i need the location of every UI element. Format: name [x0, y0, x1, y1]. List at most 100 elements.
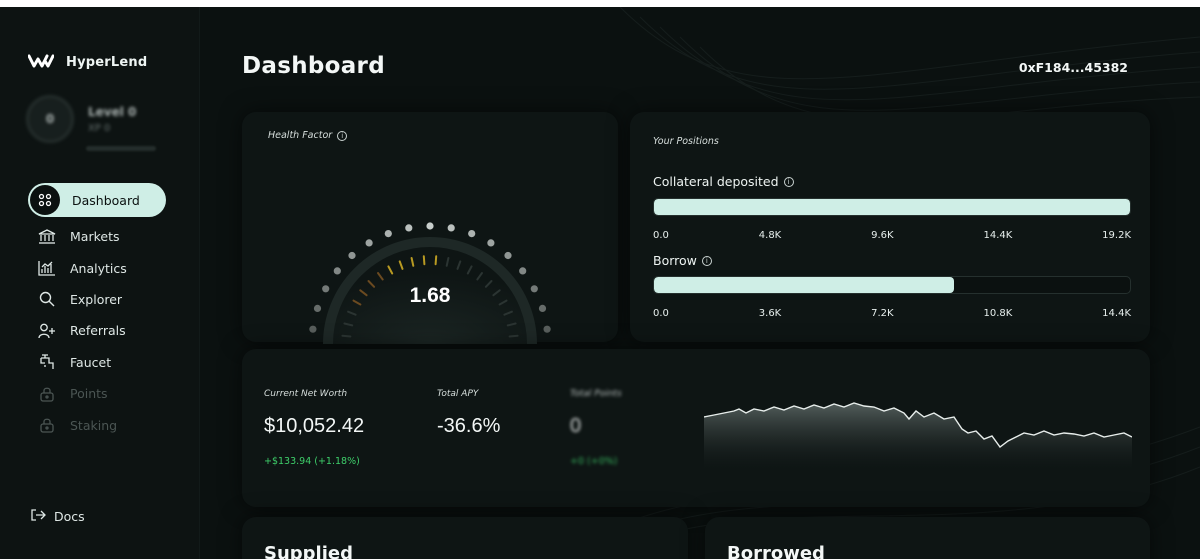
collateral-title: Collateral deposited i	[653, 174, 794, 189]
gauge-dot	[309, 325, 317, 333]
points-stat: Total Points 0 +0 (+0%)	[570, 389, 622, 467]
collateral-label: Collateral deposited	[653, 174, 779, 189]
tick-label: 3.6K	[758, 308, 782, 319]
net-worth-card: Current Net Worth $10,052.42 +$133.94 (+…	[242, 349, 1150, 507]
analytics-icon	[36, 257, 58, 279]
tick-label: 0.0	[653, 308, 669, 319]
tick-label: 14.4K	[983, 230, 1013, 241]
sidebar-item-label: Referrals	[70, 323, 126, 339]
borrow-ticks: 0.0 3.6K 7.2K 10.8K 14.4K	[653, 308, 1131, 319]
info-icon[interactable]: i	[783, 176, 794, 187]
net-worth-sparkline	[704, 402, 1132, 469]
gauge-dot	[365, 239, 373, 247]
points-value: 0	[570, 415, 582, 437]
sidebar-item-label: Staking	[70, 417, 118, 433]
net-worth-stat: Current Net Worth $10,052.42 +$133.94 (+…	[264, 389, 364, 467]
sidebar-item-label: Markets	[70, 229, 120, 245]
sidebar-item-faucet[interactable]: Faucet	[28, 347, 168, 378]
apy-value: -36.6%	[437, 415, 501, 437]
gauge-tick	[508, 334, 519, 338]
collateral-bar	[653, 198, 1131, 216]
supplied-card: Supplied	[242, 517, 688, 559]
sidebar-item-staking: Staking	[28, 409, 168, 440]
net-worth-label: Current Net Worth	[264, 389, 348, 399]
gauge-dot	[426, 222, 434, 230]
supplied-title: Supplied	[264, 543, 353, 559]
tick-label: 10.8K	[983, 308, 1013, 319]
gauge-dot	[487, 239, 495, 247]
sidebar-item-explorer[interactable]: Explorer	[28, 284, 168, 315]
tick-label: 0.0	[653, 230, 669, 241]
app-window: HyperLend 0 Level 0 XP 0 Dashboard Marke…	[0, 7, 1200, 559]
health-factor-value: 1.68	[409, 284, 451, 307]
borrow-label: Borrow	[653, 253, 697, 268]
sidebar-item-label: Points	[70, 386, 108, 402]
xp-progress-bar	[86, 146, 156, 151]
docs-label: Docs	[54, 509, 85, 524]
net-worth-value: $10,052.42	[264, 415, 365, 437]
page-title: Dashboard	[242, 53, 385, 79]
user-plus-icon	[36, 320, 58, 342]
gauge-tick	[341, 334, 352, 338]
bank-icon	[36, 226, 58, 248]
level-xp: XP 0	[88, 122, 111, 134]
health-factor-card: Health Factor i 1.68	[242, 112, 618, 344]
sidebar-item-referrals[interactable]: Referrals	[28, 315, 168, 346]
gauge-dot	[519, 267, 527, 275]
user-level[interactable]: 0 Level 0 XP 0	[26, 95, 136, 143]
gauge-dot	[543, 325, 551, 333]
wallet-address-button[interactable]: 0xF184...45382	[1019, 60, 1128, 75]
gauge-dot	[468, 230, 476, 238]
sidebar-item-markets[interactable]: Markets	[28, 221, 168, 252]
faucet-icon	[36, 351, 58, 373]
positions-label: Your Positions	[653, 136, 719, 147]
sidebar-item-label: Faucet	[70, 354, 112, 370]
points-label: Total Points	[570, 389, 622, 399]
sidebar-item-points: Points	[28, 378, 168, 409]
borrow-title: Borrow i	[653, 253, 712, 268]
sidebar-item-label: Explorer	[70, 291, 123, 307]
lock-icon	[36, 383, 58, 405]
positions-card: Your Positions Collateral deposited i 0.…	[630, 112, 1150, 342]
borrowed-card: Borrowed	[705, 517, 1150, 559]
info-icon[interactable]: i	[701, 255, 712, 266]
borrow-bar-fill	[654, 277, 954, 293]
tick-label: 4.8K	[758, 230, 782, 241]
sidebar: HyperLend 0 Level 0 XP 0 Dashboard Marke…	[0, 7, 200, 559]
points-change: +0 (+0%)	[570, 456, 618, 467]
health-factor-label: Health Factor	[268, 130, 333, 141]
sidebar-item-label: Dashboard	[72, 192, 140, 208]
gauge-dot	[333, 267, 341, 275]
brand[interactable]: HyperLend	[27, 53, 148, 72]
tick-label: 14.4K	[1102, 308, 1131, 319]
tick-label: 7.2K	[871, 308, 894, 319]
collateral-bar-fill	[654, 199, 1130, 215]
level-badge: 0	[26, 95, 74, 143]
sidebar-item-dashboard[interactable]: Dashboard	[28, 183, 166, 217]
sidebar-nav: Dashboard Markets Analytics Explorer Ref…	[28, 183, 168, 441]
sidebar-item-analytics[interactable]: Analytics	[28, 252, 168, 283]
tick-label: 9.6K	[871, 230, 894, 241]
net-worth-change: +$133.94 (+1.18%)	[264, 456, 360, 467]
level-title: Level 0	[88, 104, 137, 119]
dashboard-icon	[30, 185, 60, 215]
docs-link[interactable]: Docs	[30, 508, 85, 525]
sidebar-item-label: Analytics	[70, 260, 127, 276]
hyperlend-logo-icon	[27, 53, 55, 72]
info-icon[interactable]: i	[337, 130, 348, 141]
gauge-dot	[348, 251, 356, 260]
lock-icon	[36, 414, 58, 436]
brand-name: HyperLend	[66, 55, 148, 70]
gauge-tick	[422, 255, 426, 266]
search-icon	[36, 288, 58, 310]
tick-label: 19.2K	[1102, 230, 1131, 241]
collateral-ticks: 0.0 4.8K 9.6K 14.4K 19.2K	[653, 230, 1131, 241]
borrow-bar	[653, 276, 1131, 294]
exit-arrow-icon	[30, 508, 46, 525]
apy-stat: Total APY -36.6%	[437, 389, 500, 438]
gauge-dot	[504, 251, 512, 260]
borrowed-title: Borrowed	[727, 543, 825, 559]
apy-label: Total APY	[437, 389, 479, 399]
health-factor-gauge	[309, 222, 551, 344]
gauge-dot	[405, 224, 413, 232]
